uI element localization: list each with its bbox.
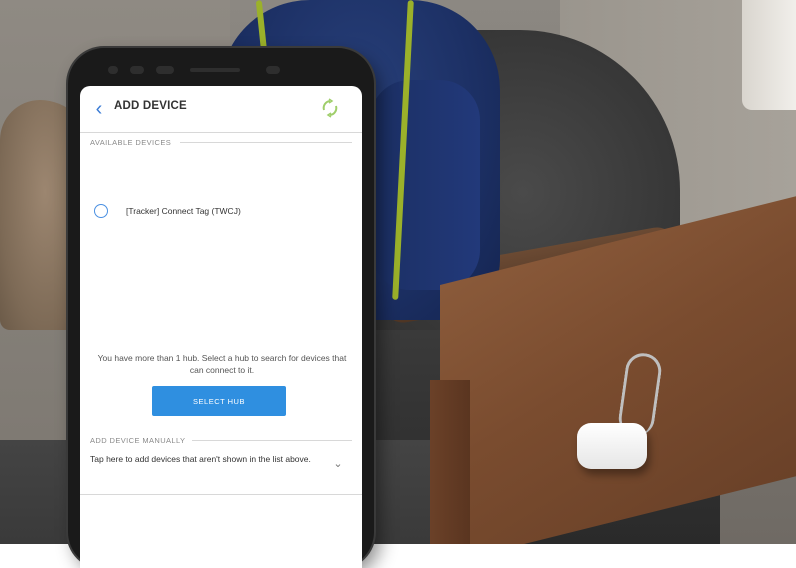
sensor-dot [108, 66, 118, 74]
iris-scanner [266, 66, 280, 74]
radio-icon[interactable] [94, 204, 108, 218]
section-label-available: AVAILABLE DEVICES [90, 138, 172, 147]
phone: ‹ ADD DEVICE AVAILABLE DEVICES [Tracker]… [68, 48, 374, 568]
list-item[interactable]: [Tracker] Connect Tag (TWCJ) [80, 198, 362, 226]
section-divider [180, 142, 352, 143]
earpiece-speaker [190, 68, 240, 72]
page-title: ADD DEVICE [114, 100, 187, 112]
connect-tag-device [577, 423, 647, 469]
lamp-shade [742, 0, 796, 110]
row-divider [80, 494, 362, 495]
device-name: [Tracker] Connect Tag (TWCJ) [126, 206, 241, 216]
sensor-dot [156, 66, 174, 74]
app-header: ‹ ADD DEVICE [80, 86, 362, 134]
front-camera [130, 66, 144, 74]
add-manually-description: Tap here to add devices that aren't show… [90, 454, 311, 464]
add-manually-row[interactable]: Tap here to add devices that aren't show… [80, 450, 362, 490]
hub-message: You have more than 1 hub. Select a hub t… [97, 353, 347, 375]
header-divider [80, 132, 362, 133]
backpack-pocket [370, 80, 480, 290]
chevron-down-icon[interactable]: ⌄ [332, 458, 344, 470]
chevron-left-icon[interactable]: ‹ [88, 98, 110, 120]
side-table-edge [430, 380, 470, 544]
refresh-icon[interactable] [318, 96, 342, 120]
app-screen: ‹ ADD DEVICE AVAILABLE DEVICES [Tracker]… [80, 86, 362, 568]
phone-top-bezel [68, 48, 374, 90]
section-divider [192, 440, 352, 441]
select-hub-button[interactable]: SELECT HUB [152, 386, 286, 416]
section-label-manual: ADD DEVICE MANUALLY [90, 436, 186, 445]
